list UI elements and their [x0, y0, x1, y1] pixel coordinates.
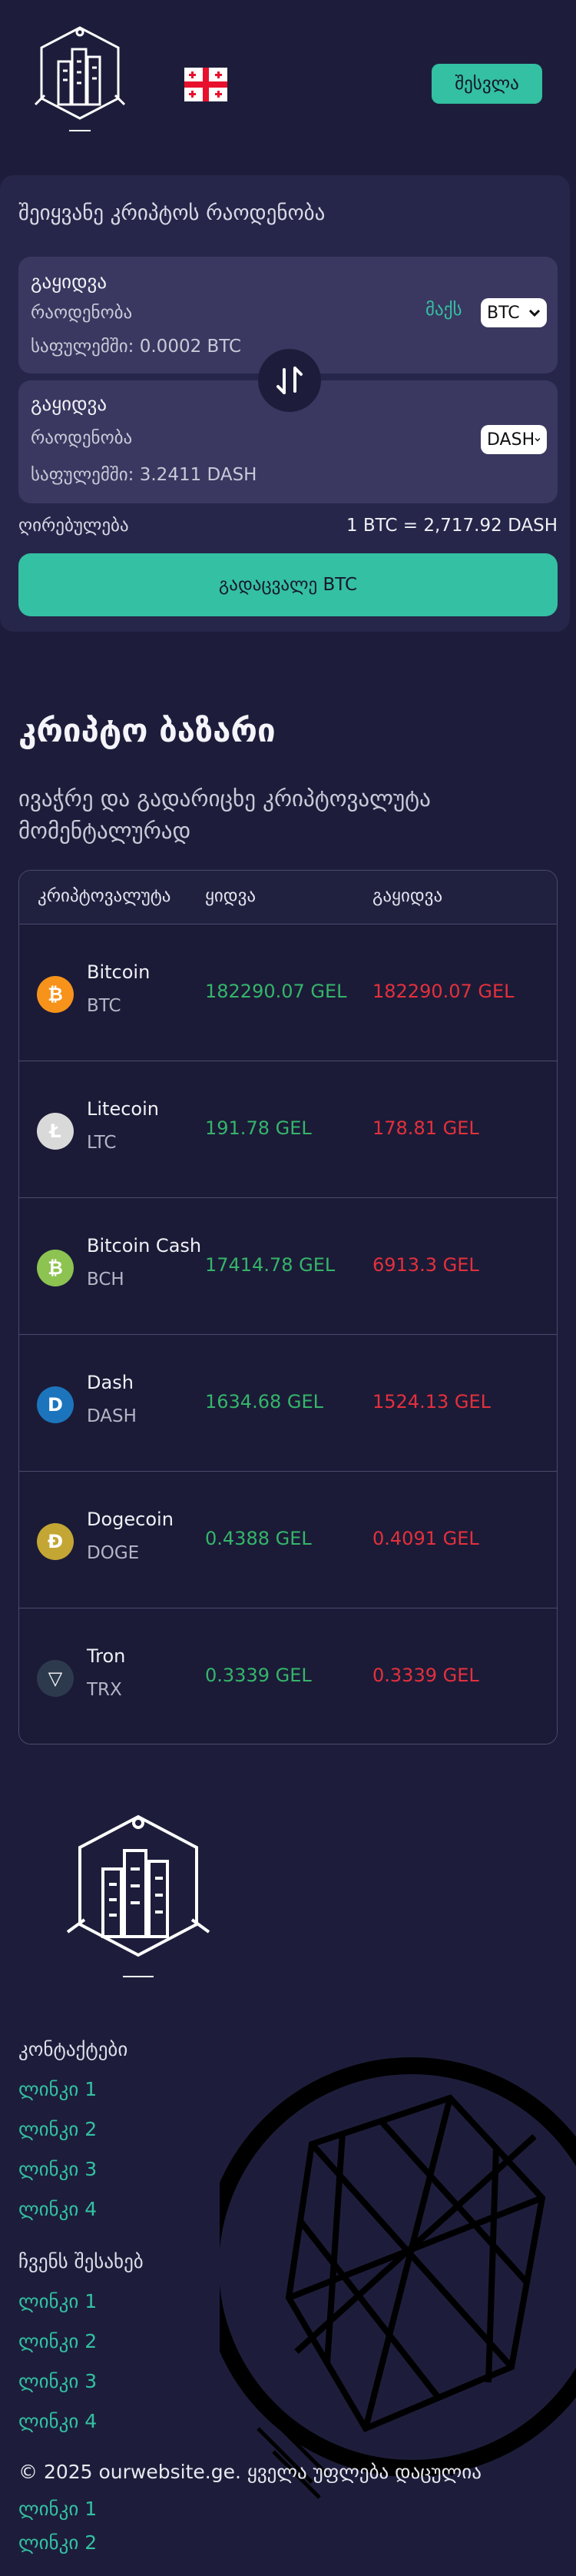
to-currency-select[interactable]: DASH	[481, 425, 547, 454]
footer-logo-emblem[interactable]	[57, 1808, 220, 1986]
sell-price: 1524.13 GEL	[372, 1391, 492, 1412]
market-table: კრიპტოვალუტა ყიდვა გაყიდვა ₿ Bitcoin BTC 18…	[18, 870, 558, 1744]
coin-name: Dash	[87, 1372, 134, 1393]
column-header-sell: გაყიდვა	[372, 886, 443, 906]
dash-icon: D	[37, 1386, 74, 1423]
table-row[interactable]: D Dash DASH 1634.68 GEL 1524.13 GEL	[19, 1335, 557, 1472]
footer-about-link-1[interactable]: ლინკი 1	[18, 2290, 97, 2312]
coin-glyph: ▽	[48, 1668, 63, 1689]
coin-glyph: ₿	[48, 983, 63, 1005]
swap-arrows-icon	[276, 367, 303, 394]
to-amount-input[interactable]: რაოდენობა	[31, 428, 132, 448]
coin-symbol: TRX	[87, 1680, 122, 1700]
coin-name: Dogecoin	[87, 1509, 174, 1530]
georgia-flag[interactable]	[184, 68, 227, 101]
coin-symbol: LTC	[87, 1133, 117, 1153]
buy-price: 182290.07 GEL	[205, 981, 347, 1002]
to-wallet-balance: საფულემში: 3.2411 DASH	[31, 465, 257, 485]
dogecoin-icon: Ð	[37, 1523, 74, 1560]
logo-emblem[interactable]	[28, 22, 132, 137]
table-row[interactable]: Ð Dogecoin DOGE 0.4388 GEL 0.4091 GEL	[19, 1472, 557, 1608]
sell-price: 0.3339 GEL	[372, 1665, 479, 1686]
footer-about-link-4[interactable]: ლინკი 4	[18, 2410, 97, 2432]
from-amount-input[interactable]: რაოდენობა	[31, 303, 132, 323]
footer-contact-link-2[interactable]: ლინკი 2	[18, 2118, 97, 2140]
coin-name: Litecoin	[87, 1098, 159, 1120]
column-header-currency: კრიპტოვალუტა	[38, 886, 171, 906]
swap-button[interactable]	[258, 349, 321, 412]
buy-price: 1634.68 GEL	[205, 1391, 324, 1412]
buy-price: 17414.78 GEL	[205, 1254, 336, 1276]
table-row[interactable]: ▽ Tron TRX 0.3339 GEL 0.3339 GEL	[19, 1608, 557, 1744]
table-header: კრიპტოვალუტა ყიდვა გაყიდვა	[19, 871, 557, 925]
litecoin-icon: Ł	[37, 1113, 74, 1150]
footer-contacts-heading: კონტაქტები	[18, 2038, 128, 2060]
sell-price: 0.4091 GEL	[372, 1528, 479, 1549]
coin-name: Bitcoin Cash	[87, 1235, 202, 1256]
buy-price: 0.3339 GEL	[205, 1665, 312, 1686]
coin-glyph: Ł	[49, 1120, 61, 1142]
max-button[interactable]: მაქს	[425, 300, 462, 320]
bitcoin-icon: ₿	[37, 976, 74, 1013]
copyright-text: © 2025 ourwebsite.ge. ყველა უფლება დაცულ…	[18, 2461, 482, 2483]
column-header-buy: ყიდვა	[205, 886, 257, 906]
rate-value: 1 BTC = 2,717.92 DASH	[346, 516, 558, 536]
chevron-down-icon	[535, 438, 541, 442]
to-currency-value: DASH	[487, 430, 535, 450]
footer-contact-link-4[interactable]: ლინკი 4	[18, 2198, 97, 2220]
coin-name: Tron	[87, 1645, 126, 1667]
buy-price: 191.78 GEL	[205, 1117, 312, 1139]
coin-glyph: D	[48, 1394, 63, 1416]
sell-price: 182290.07 GEL	[372, 981, 515, 1002]
footer-bottom-link-1[interactable]: ლინკი 1	[18, 2498, 97, 2520]
login-button[interactable]: შესვლა	[432, 64, 542, 104]
exchange-button[interactable]: გადაცვალე BTC	[18, 553, 558, 616]
buy-price: 0.4388 GEL	[205, 1528, 312, 1549]
market-subtitle: ივაჭრე და გადარიცხე კრიპტოვალუტა მომენტა…	[18, 785, 431, 844]
header: შესვლა	[0, 0, 576, 154]
rate-label: ღირებულება	[18, 516, 129, 536]
coin-name: Bitcoin	[87, 961, 151, 983]
coin-glyph: Ð	[47, 1531, 64, 1552]
tron-icon: ▽	[37, 1660, 74, 1697]
from-currency-value: BTC	[487, 303, 520, 323]
sell-price: 178.81 GEL	[372, 1117, 479, 1139]
coin-symbol: BCH	[87, 1270, 124, 1290]
table-row[interactable]: Ł Litecoin LTC 191.78 GEL 178.81 GEL	[19, 1061, 557, 1198]
market-title: კრიპტო ბაზარი	[18, 712, 276, 749]
table-row[interactable]: ₿ Bitcoin Cash BCH 17414.78 GEL 6913.3 GEL	[19, 1198, 557, 1335]
converter-title: შეიყვანე კრიპტოს რაოდენობა	[18, 201, 326, 225]
chevron-down-icon	[528, 309, 541, 317]
footer-contact-link-1[interactable]: ლინკი 1	[18, 2078, 97, 2100]
footer-bottom-link-2[interactable]: ლინკი 2	[18, 2531, 97, 2554]
from-action: გაყიდვა	[31, 271, 108, 293]
footer-contact-link-3[interactable]: ლინკი 3	[18, 2158, 97, 2180]
coin-symbol: BTC	[87, 996, 121, 1016]
coin-symbol: DOGE	[87, 1543, 140, 1563]
footer-about-link-3[interactable]: ლინკი 3	[18, 2370, 97, 2392]
table-row[interactable]: ₿ Bitcoin BTC 182290.07 GEL 182290.07 GEL	[19, 925, 557, 1061]
coin-symbol: DASH	[87, 1406, 137, 1426]
sell-price: 6913.3 GEL	[372, 1254, 479, 1276]
bitcoin-cash-icon: ₿	[37, 1250, 74, 1286]
geometric-decoration-art	[220, 2057, 576, 2499]
converter-card: შეიყვანე კრიპტოს რაოდენობა გაყიდვა რაოდე…	[0, 175, 570, 632]
from-currency-select[interactable]: BTC	[481, 298, 547, 327]
footer-about-heading: ჩვენს შესახებ	[18, 2250, 144, 2272]
footer-about-link-2[interactable]: ლინკი 2	[18, 2330, 97, 2352]
coin-glyph: ₿	[48, 1256, 63, 1279]
to-action: გაყიდვა	[31, 393, 108, 415]
from-wallet-balance: საფულემში: 0.0002 BTC	[31, 337, 242, 357]
